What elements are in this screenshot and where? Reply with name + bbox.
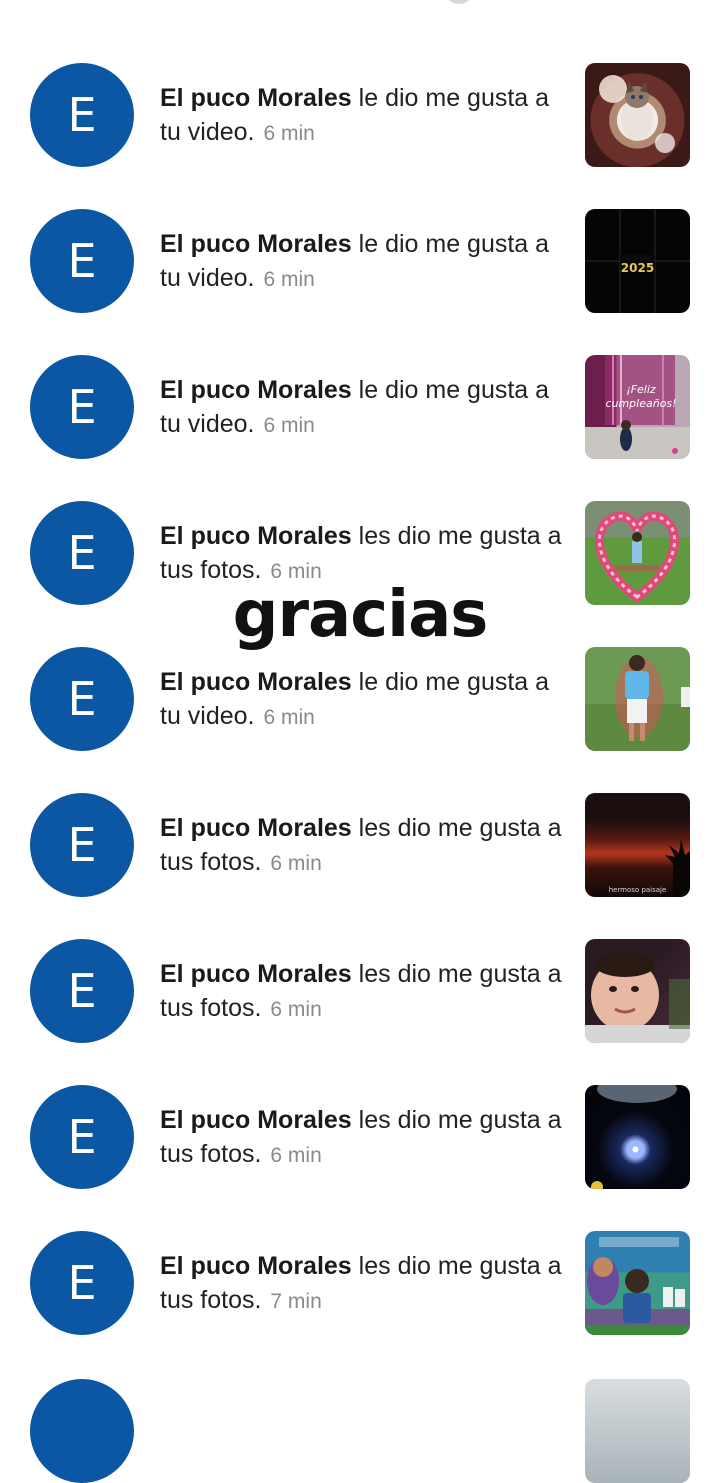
thumbnail-caption: 2025 (620, 261, 655, 275)
user-name[interactable]: El puco Morales (160, 814, 352, 842)
notification-item[interactable]: E El puco Morales le dio me gusta a tu v… (0, 355, 720, 461)
birthday-photo-thumbnail[interactable]: ¡Feliz cumpleaños! (585, 355, 690, 459)
notification-text: El puco Morales les dio me gusta a tus f… (160, 519, 570, 589)
notification-item[interactable]: E El puco Morales les dio me gusta a tus… (0, 501, 720, 607)
user-name[interactable]: El puco Morales (160, 960, 352, 988)
notification-item[interactable]: E El puco Morales les dio me gusta a tus… (0, 793, 720, 899)
thumbnail-caption: hermoso paisaje (608, 886, 667, 894)
avatar[interactable]: E (30, 63, 134, 167)
notification-item[interactable]: E El puco Morales le dio me gusta a tu v… (0, 647, 720, 753)
child-icon (615, 655, 690, 741)
avatar[interactable]: E (30, 209, 134, 313)
notification-time: 7 min (270, 1290, 322, 1313)
user-name[interactable]: El puco Morales (160, 1252, 352, 1280)
user-name[interactable]: El puco Morales (160, 376, 352, 404)
party-photo-thumbnail[interactable] (585, 1231, 690, 1335)
notification-time: 6 min (270, 852, 322, 875)
top-partial-icon (448, 0, 470, 4)
user-name[interactable]: El puco Morales (160, 668, 352, 696)
notification-time: 6 min (263, 122, 315, 145)
avatar[interactable]: E (30, 1231, 134, 1335)
avatar[interactable]: E (30, 647, 134, 751)
notification-time: 6 min (263, 268, 315, 291)
notification-time: 6 min (263, 414, 315, 437)
notification-time: 6 min (270, 560, 322, 583)
baby-face-icon (585, 953, 690, 1043)
party-icon (585, 1237, 690, 1335)
avatar[interactable]: E (30, 939, 134, 1043)
photo-thumbnail[interactable] (585, 1379, 690, 1483)
notification-text: El puco Morales le dio me gusta a tu vid… (160, 373, 570, 443)
notification-item[interactable]: E El puco Morales les dio me gusta a tus… (0, 1231, 720, 1337)
notification-text: El puco Morales les dio me gusta a tus f… (160, 811, 570, 881)
thumbnail-caption: ¡Feliz cumpleaños! (605, 383, 677, 410)
tree-silhouette-icon (665, 839, 690, 897)
notification-item[interactable]: E El puco Morales les dio me gusta a tus… (0, 939, 720, 1045)
notification-item[interactable]: E El puco Morales le dio me gusta a tu v… (0, 63, 720, 169)
avatar[interactable]: E (30, 355, 134, 459)
notification-time: 6 min (263, 706, 315, 729)
user-name[interactable]: El puco Morales (160, 230, 352, 258)
notification-text: El puco Morales les dio me gusta a tus f… (160, 1103, 570, 1173)
user-name[interactable]: El puco Morales (160, 522, 352, 550)
heart-arch-icon (595, 511, 679, 603)
avatar[interactable]: E (30, 793, 134, 897)
notification-time: 6 min (270, 998, 322, 1021)
avatar[interactable] (30, 1379, 134, 1483)
notification-item[interactable]: E El puco Morales le dio me gusta a tu v… (0, 209, 720, 315)
baby-photo-thumbnail[interactable] (585, 939, 690, 1043)
user-name[interactable]: El puco Morales (160, 84, 352, 112)
notification-text: El puco Morales les dio me gusta a tus f… (160, 1249, 570, 1319)
avatar[interactable]: E (30, 501, 134, 605)
cat-icon (599, 75, 675, 153)
notification-text: El puco Morales le dio me gusta a tu vid… (160, 227, 570, 297)
heart-arch-photo-thumbnail[interactable] (585, 501, 690, 605)
notification-text: El puco Morales le dio me gusta a tu vid… (160, 81, 570, 151)
night-light-photo-thumbnail[interactable] (585, 1085, 690, 1189)
child-garden-photo-thumbnail[interactable] (585, 647, 690, 751)
notification-time: 6 min (270, 1144, 322, 1167)
night-scene-icon (591, 1085, 677, 1189)
cat-photo-thumbnail[interactable] (585, 63, 690, 167)
notification-item[interactable]: E El puco Morales les dio me gusta a tus… (0, 1085, 720, 1191)
sunset-photo-thumbnail[interactable]: hermoso paisaje (585, 793, 690, 897)
2025-video-thumbnail[interactable]: 2025 (585, 209, 690, 313)
user-name[interactable]: El puco Morales (160, 1106, 352, 1134)
notification-text: El puco Morales le dio me gusta a tu vid… (160, 665, 570, 735)
notification-text: El puco Morales les dio me gusta a tus f… (160, 957, 570, 1027)
avatar[interactable]: E (30, 1085, 134, 1189)
